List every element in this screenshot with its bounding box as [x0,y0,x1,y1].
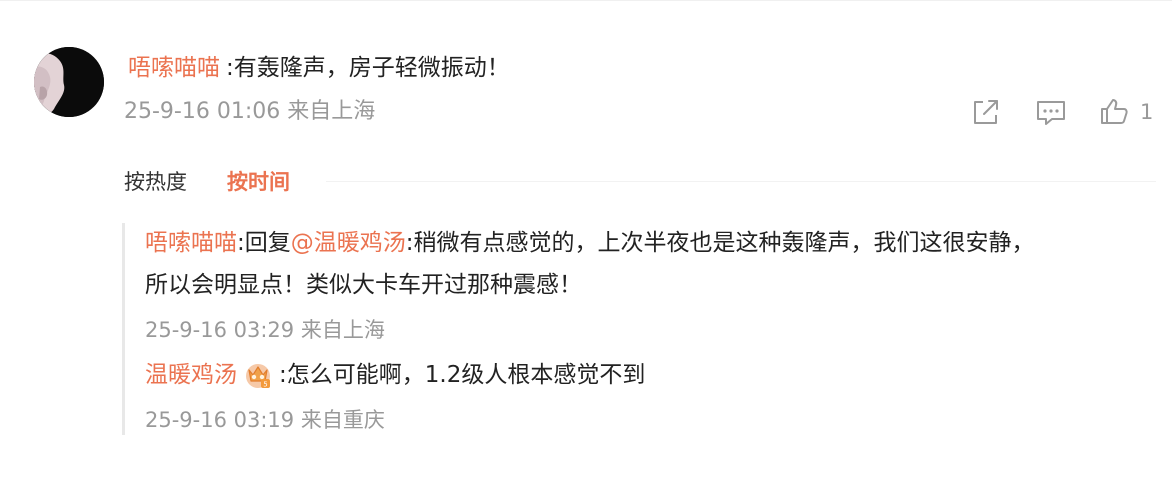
reply-item: 温暖鸡汤 5 :怎么可能啊，1.2级人根本感觉不到 [145,355,645,395]
sort-divider [326,181,1156,182]
comment-username[interactable]: 唔嗦喵喵 [128,55,220,81]
reply-username[interactable]: 唔嗦喵喵 [145,230,237,256]
like-button[interactable]: 1 [1098,96,1153,128]
top-divider [0,0,1172,1]
reply-item: 唔嗦喵喵:回复@温暖鸡汤:稍微有点感觉的，上次半夜也是这种轰隆声，我们这很安静， [145,223,1035,263]
reply-mention[interactable]: @温暖鸡汤 [291,230,406,256]
sort-tab-time[interactable]: 按时间 [227,166,290,196]
avatar-image [34,47,104,117]
like-icon [1101,99,1128,124]
like-count: 1 [1140,100,1154,124]
comment-content: 唔嗦喵喵:有轰隆声，房子轻微振动！ [128,52,510,84]
comment-meta: 25-9-16 01:06 来自上海 [124,99,376,124]
reply-prefix: :回复 [237,230,291,256]
reply-text: :怎么可能啊，1.2级人根本感觉不到 [279,362,646,388]
svg-text:5: 5 [263,381,267,389]
comment-icon [1037,101,1065,125]
crown-badge-icon: 5 [243,360,273,390]
sort-bar: 按热度 按时间 [124,166,330,196]
avatar[interactable] [34,47,104,117]
comment-text: :有轰隆声，房子轻微振动！ [226,55,510,81]
reply-list: 唔嗦喵喵:回复@温暖鸡汤:稍微有点感觉的，上次半夜也是这种轰隆声，我们这很安静，… [122,223,1165,435]
share-icon [974,100,998,124]
reply-text-line1: :稍微有点感觉的，上次半夜也是这种轰隆声，我们这很安静， [405,230,1035,256]
reply-meta: 25-9-16 03:29 来自上海 [145,318,385,342]
sort-tab-hot[interactable]: 按热度 [124,166,187,196]
reply-meta: 25-9-16 03:19 来自重庆 [145,408,385,432]
reply-username[interactable]: 温暖鸡汤 [145,355,237,395]
share-button[interactable] [970,96,1002,128]
reply-text-line2: 所以会明显点！类似大卡车开过那种震感！ [145,272,582,298]
reply-button[interactable] [1034,96,1068,128]
